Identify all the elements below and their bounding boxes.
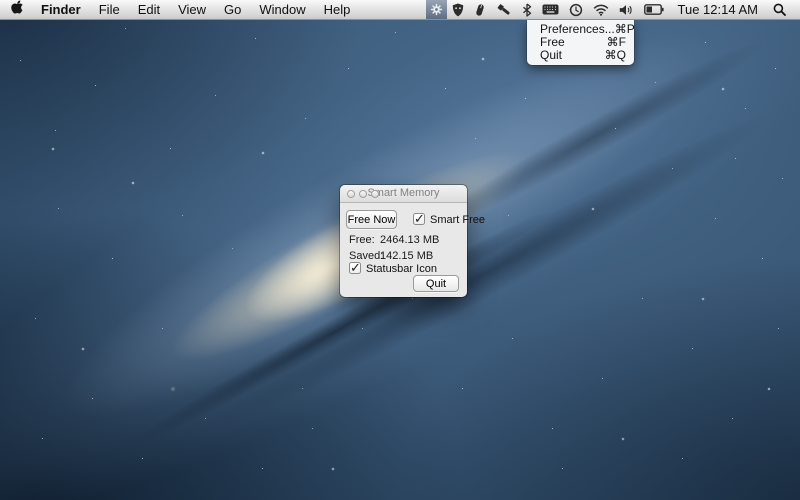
menu-bar-left: Finder File Edit View Go Window Help [0, 0, 359, 19]
battery-icon[interactable] [639, 0, 669, 19]
free-now-button[interactable]: Free Now [346, 210, 397, 229]
saved-value: 142.15 MB [380, 250, 433, 262]
menu-window[interactable]: Window [250, 0, 314, 19]
menu-bar-status-area: Tue 12:14 AM [426, 0, 800, 19]
menu-item-free[interactable]: Free ⌘F [527, 35, 634, 48]
apple-icon [11, 0, 23, 19]
menu-edit[interactable]: Edit [129, 0, 169, 19]
minimize-button[interactable] [359, 190, 367, 198]
menu-item-shortcut: ⌘Q [605, 48, 626, 62]
menu-help[interactable]: Help [315, 0, 360, 19]
free-value: 2464.13 MB [380, 234, 439, 246]
menu-item-shortcut: ⌘F [607, 35, 626, 49]
menu-item-shortcut: ⌘P [615, 22, 635, 36]
spotlight-icon[interactable] [766, 0, 800, 19]
menu-bar: Finder File Edit View Go Window Help [0, 0, 800, 20]
smart-memory-status-icon[interactable] [426, 0, 447, 19]
wifi-icon[interactable] [588, 0, 614, 19]
menu-item-label: Preferences... [540, 22, 615, 36]
menu-bar-clock[interactable]: Tue 12:14 AM [669, 0, 766, 19]
statusbar-icon-checkbox[interactable]: ✓ [349, 262, 361, 274]
statusbar-icon-label: Statusbar Icon [366, 263, 437, 275]
apple-menu[interactable] [0, 0, 32, 19]
window-content: Free Now ✓ Smart Free Free: 2464.13 MB S… [340, 203, 467, 296]
bluetooth-icon[interactable] [517, 0, 537, 19]
keyboard-icon[interactable] [537, 0, 564, 19]
smart-free-label: Smart Free [430, 214, 485, 226]
time-machine-icon[interactable] [564, 0, 588, 19]
status-menu: Preferences... ⌘P Free ⌘F Quit ⌘Q [527, 20, 634, 65]
zoom-button[interactable] [371, 190, 379, 198]
traffic-lights [347, 190, 379, 198]
menu-go[interactable]: Go [215, 0, 250, 19]
menu-item-preferences[interactable]: Preferences... ⌘P [527, 22, 634, 35]
mouse-status-icon[interactable] [469, 0, 491, 19]
volume-icon[interactable] [614, 0, 639, 19]
menu-file[interactable]: File [90, 0, 129, 19]
menu-finder[interactable]: Finder [32, 0, 90, 19]
menu-item-quit[interactable]: Quit ⌘Q [527, 48, 634, 61]
smart-free-checkbox[interactable]: ✓ [413, 213, 425, 225]
window-titlebar[interactable]: Smart Memory [340, 185, 467, 203]
free-label: Free: [349, 234, 375, 246]
menu-view[interactable]: View [169, 0, 215, 19]
close-button[interactable] [347, 190, 355, 198]
shield-status-icon[interactable] [447, 0, 469, 19]
menu-item-label: Free [540, 35, 565, 49]
flashlight-status-icon[interactable] [491, 0, 517, 19]
smart-memory-window: Smart Memory Free Now ✓ Smart Free Free:… [340, 185, 467, 297]
quit-button[interactable]: Quit [413, 275, 459, 292]
menu-item-label: Quit [540, 48, 562, 62]
